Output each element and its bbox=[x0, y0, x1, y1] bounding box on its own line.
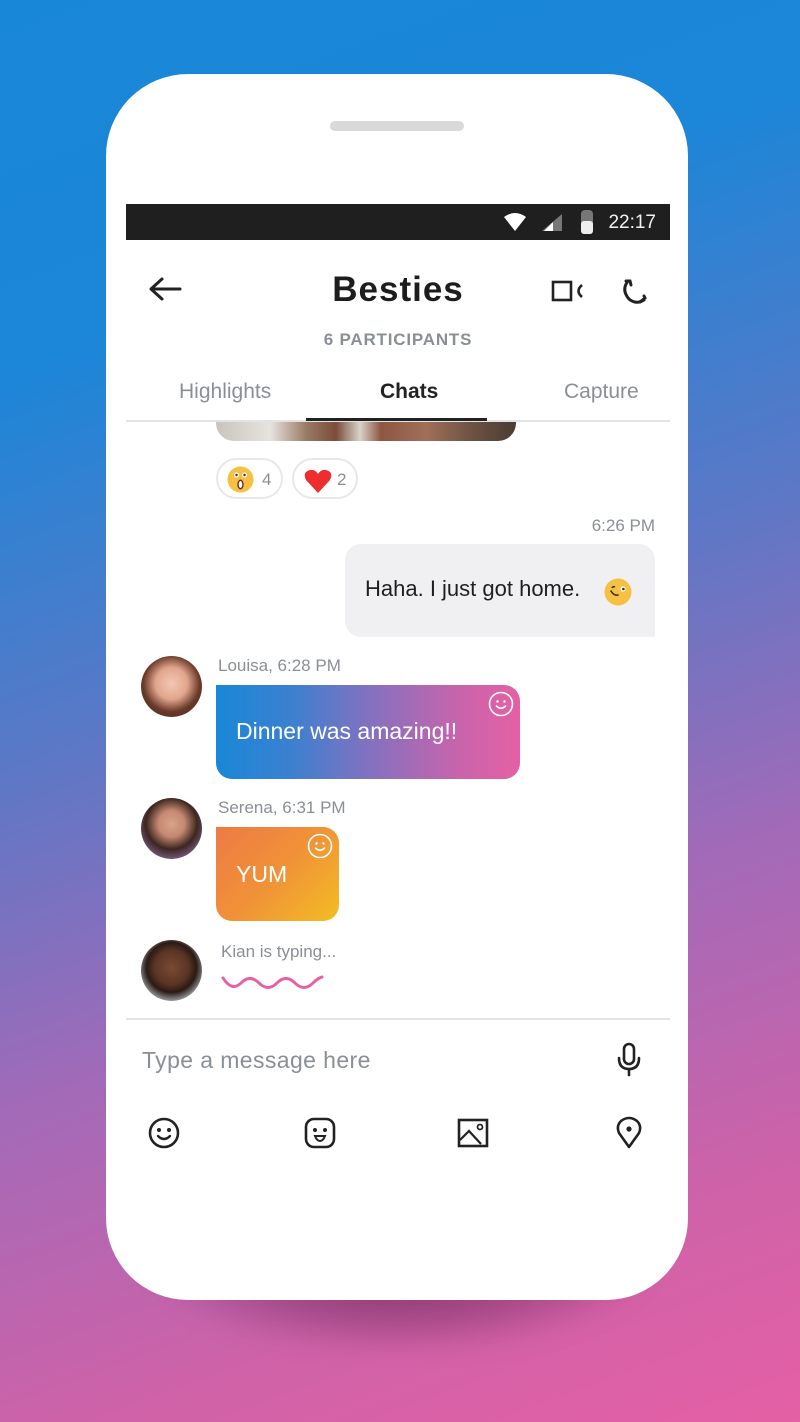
message-text: Dinner was amazing!! bbox=[236, 718, 458, 744]
audio-call-button[interactable] bbox=[620, 278, 650, 308]
heart-emoji-icon bbox=[304, 469, 332, 493]
signal-icon bbox=[542, 214, 562, 231]
active-tab-indicator bbox=[306, 418, 487, 421]
reaction-heart[interactable]: 2 bbox=[292, 458, 358, 499]
location-button[interactable] bbox=[612, 1116, 646, 1150]
reaction-surprised[interactable]: 4 bbox=[216, 458, 283, 499]
avatar-serena[interactable] bbox=[141, 798, 202, 859]
message-text: Haha. I just got home. bbox=[365, 576, 581, 601]
wink-emoji-icon bbox=[604, 578, 632, 606]
location-icon bbox=[616, 1116, 642, 1149]
typing-indicator-text: Kian is typing... bbox=[221, 942, 337, 961]
outgoing-message[interactable]: Haha. I just got home. bbox=[345, 544, 655, 637]
tab-bar: Highlights Chats Capture bbox=[126, 374, 670, 422]
message-composer bbox=[126, 1018, 670, 1164]
incoming-message[interactable]: Dinner was amazing!! bbox=[216, 685, 520, 779]
image-icon bbox=[457, 1118, 489, 1148]
surprised-emoji-icon bbox=[227, 466, 254, 493]
typing-wave-icon bbox=[221, 975, 324, 989]
message-text: YUM bbox=[236, 861, 288, 887]
message-input[interactable] bbox=[142, 1038, 582, 1082]
microphone-icon bbox=[617, 1042, 641, 1077]
tab-highlights[interactable]: Highlights bbox=[179, 380, 271, 404]
add-reaction-icon[interactable] bbox=[307, 833, 333, 859]
voice-message-button[interactable] bbox=[616, 1042, 642, 1078]
app-screen: 22:17 Besties 6 PARTICIPANTS Highlights bbox=[126, 204, 670, 1164]
participants-count[interactable]: 6 PARTICIPANTS bbox=[126, 330, 670, 350]
reaction-count: 2 bbox=[337, 470, 347, 489]
reaction-count: 4 bbox=[262, 470, 272, 489]
avatar-louisa[interactable] bbox=[141, 656, 202, 717]
avatar-kian[interactable] bbox=[141, 940, 202, 1001]
conversation-title: Besties bbox=[332, 270, 464, 309]
sticker-icon bbox=[304, 1117, 336, 1149]
message-list[interactable]: 4 2 6:26 PM Haha. I just got home. Louis… bbox=[126, 422, 670, 1018]
add-reaction-icon[interactable] bbox=[488, 691, 514, 717]
emoji-icon bbox=[148, 1117, 180, 1149]
message-timestamp: 6:26 PM bbox=[591, 516, 655, 535]
image-button[interactable] bbox=[456, 1116, 490, 1150]
status-bar: 22:17 bbox=[126, 204, 670, 240]
phone-speaker bbox=[330, 121, 464, 131]
wifi-icon bbox=[504, 213, 526, 231]
sender-label: Louisa, 6:28 PM bbox=[218, 656, 341, 675]
incoming-message[interactable]: YUM bbox=[216, 827, 339, 921]
shared-photo[interactable] bbox=[216, 422, 516, 441]
chat-header: Besties 6 PARTICIPANTS Highlights Chats … bbox=[126, 240, 670, 422]
battery-icon bbox=[581, 210, 593, 234]
emoji-button[interactable] bbox=[147, 1116, 181, 1150]
video-call-button[interactable] bbox=[551, 278, 587, 308]
tab-chats[interactable]: Chats bbox=[380, 380, 438, 404]
sticker-button[interactable] bbox=[303, 1116, 337, 1150]
video-camera-icon bbox=[551, 280, 583, 302]
phone-icon bbox=[623, 279, 647, 304]
tab-capture[interactable]: Capture bbox=[564, 380, 639, 404]
sender-label: Serena, 6:31 PM bbox=[218, 798, 346, 817]
status-time: 22:17 bbox=[608, 212, 656, 233]
